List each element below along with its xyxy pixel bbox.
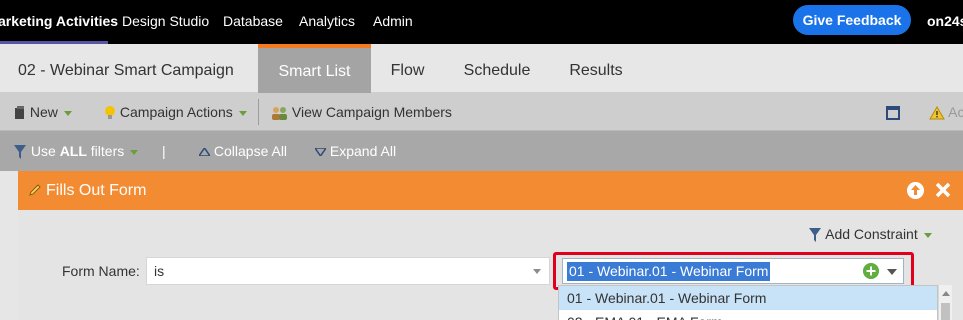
nav-analytics[interactable]: Analytics (299, 0, 355, 44)
filter-title: Fills Out Form (46, 182, 147, 199)
filter-logic-bar: Use ALL filters | Collapse All Expand Al… (0, 131, 963, 171)
chevron-down-icon (130, 149, 139, 155)
view-campaign-members-button[interactable]: View Campaign Members (271, 93, 452, 131)
tab-flow[interactable]: Flow (371, 44, 444, 93)
nav-design-studio[interactable]: Design Studio (122, 0, 209, 44)
use-all-filters-button[interactable]: Use ALL filters (14, 131, 139, 171)
operator-select[interactable]: is (146, 257, 550, 285)
use-filters-suffix: filters (86, 143, 125, 159)
new-menu-button[interactable]: New (14, 93, 72, 131)
warning-icon (929, 106, 945, 120)
campaign-actions-button[interactable]: Campaign Actions (104, 93, 247, 131)
dropdown-option[interactable]: 02 - EMA 01 - EMA Form (559, 310, 937, 320)
people-icon (272, 106, 287, 120)
filter-funnel-icon (14, 145, 26, 160)
user-account-menu[interactable]: on24sa (927, 0, 963, 42)
add-constraint-label: Add Constraint (825, 226, 918, 242)
campaign-actions-label: Campaign Actions (119, 104, 233, 120)
new-label: New (29, 104, 58, 120)
scroll-thumb[interactable] (941, 303, 950, 320)
triangle-down-icon (315, 148, 326, 157)
use-filters-bold: ALL (59, 143, 87, 159)
chevron-down-icon (63, 110, 72, 116)
new-document-icon (15, 106, 24, 120)
alerts-button[interactable]: Ac (929, 93, 963, 131)
operator-value: is (154, 263, 165, 279)
window-toggle-button[interactable] (886, 93, 900, 131)
collapse-all-button[interactable]: Collapse All (199, 131, 287, 171)
nav-marketing-activities[interactable]: arketing Activities (0, 0, 118, 44)
chevron-down-icon (238, 110, 247, 116)
campaign-tab-bar: 02 - Webinar Smart Campaign Smart List F… (0, 44, 963, 93)
view-campaign-members-label: View Campaign Members (291, 104, 452, 120)
scroll-up-arrow-icon[interactable] (942, 291, 950, 296)
campaign-title: 02 - Webinar Smart Campaign (18, 62, 234, 79)
nav-database[interactable]: Database (223, 0, 283, 44)
chevron-down-icon (533, 269, 541, 274)
expand-all-label: Expand All (329, 143, 397, 159)
form-name-dropdown: 01 - Webinar.01 - Webinar Form 02 - EMA … (558, 285, 938, 320)
dropdown-scrollbar[interactable] (938, 285, 952, 320)
filterbar-separator: | (162, 143, 166, 159)
dropdown-option[interactable]: 01 - Webinar.01 - Webinar Form (559, 286, 937, 310)
tab-smart-list[interactable]: Smart List (258, 44, 371, 93)
filter-funnel-icon (809, 228, 821, 243)
form-name-label: Form Name: (62, 263, 140, 279)
nav-admin[interactable]: Admin (373, 0, 413, 44)
give-feedback-button[interactable]: Give Feedback (793, 5, 911, 35)
collapse-all-label: Collapse All (213, 143, 288, 159)
expand-all-button[interactable]: Expand All (315, 131, 396, 171)
toolbar-divider (258, 99, 259, 125)
move-up-icon[interactable] (907, 182, 924, 199)
campaign-toolbar: New Campaign Actions View Campaign Membe… (0, 93, 963, 131)
tab-results[interactable]: Results (550, 44, 642, 93)
triangle-up-icon (199, 148, 210, 157)
filter-card-header: Fills Out Form (18, 171, 963, 210)
alerts-label: Ac (948, 104, 963, 120)
tab-schedule[interactable]: Schedule (444, 44, 550, 93)
use-filters-prefix: Use (30, 143, 60, 159)
lightbulb-icon (105, 106, 115, 120)
trigger-pencil-icon (29, 184, 41, 196)
add-constraint-button[interactable]: Add Constraint (809, 226, 932, 243)
chevron-down-icon (923, 232, 932, 238)
close-icon[interactable] (933, 180, 953, 200)
top-navigation-bar: arketing Activities Design Studio Databa… (0, 0, 963, 44)
window-icon (886, 106, 900, 121)
